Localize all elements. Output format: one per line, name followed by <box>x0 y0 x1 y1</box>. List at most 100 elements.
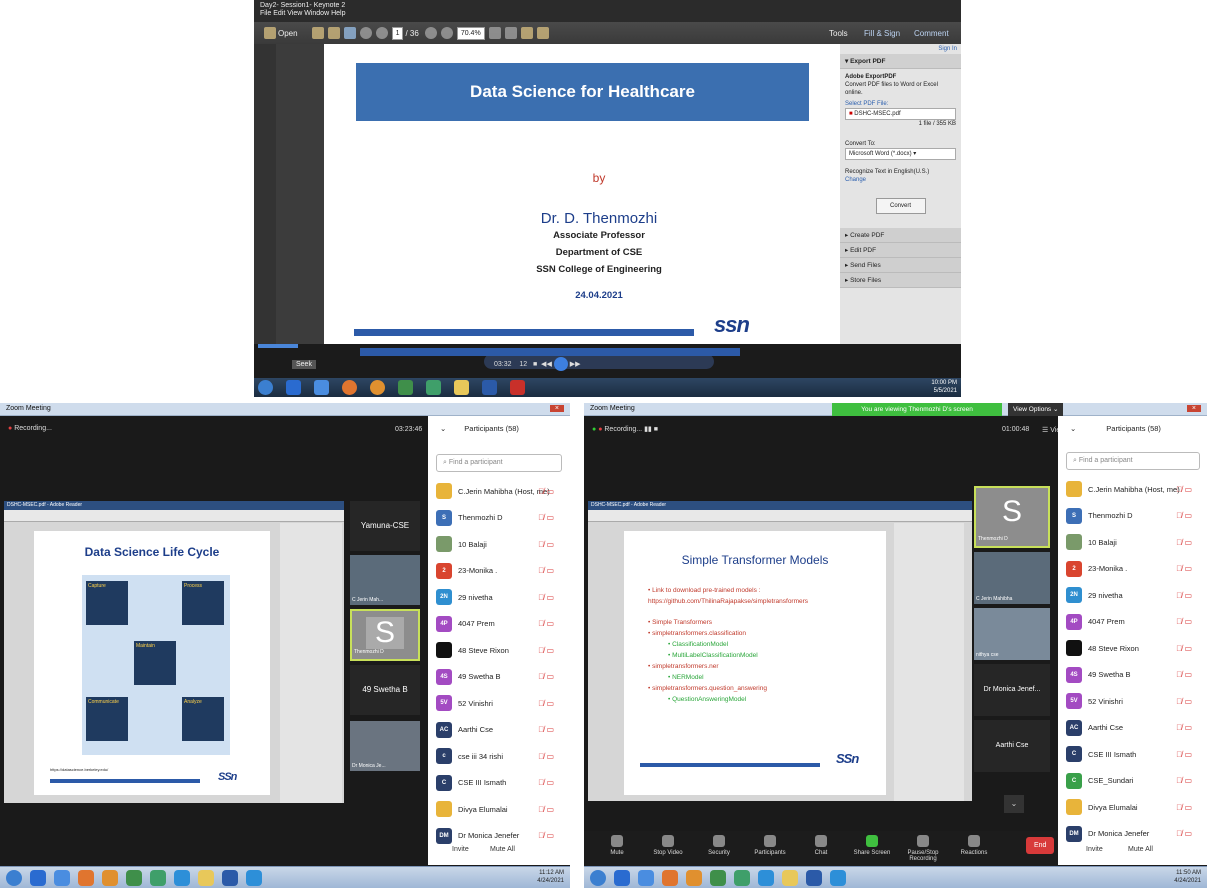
change-link[interactable]: Change <box>845 176 956 184</box>
participant-row[interactable]: DM Dr Monica Jenefer 🎙̸ ▭ <box>1066 823 1200 845</box>
mic-muted-icon[interactable]: 🎙̸ ▭ <box>1176 670 1192 679</box>
mic-muted-icon[interactable]: 🎙̸ ▭ <box>1176 697 1192 706</box>
participant-row[interactable]: 2 23-Monika . 🎙̸ ▭ <box>1066 558 1200 580</box>
video-thumb-thenmozhi[interactable]: S Thenmozhi D <box>974 486 1050 548</box>
explorer-icon[interactable] <box>638 870 654 886</box>
send-files-section[interactable]: ▸ Send Files <box>840 258 961 273</box>
mic-muted-icon[interactable]: 🎙̸ ▭ <box>538 805 554 814</box>
mic-muted-icon[interactable]: 🎙̸ ▭ <box>538 646 554 655</box>
participant-row[interactable]: 10 Balaji 🎙̸ ▭ <box>436 533 562 555</box>
chrome-icon[interactable] <box>78 870 94 886</box>
format-select[interactable]: Microsoft Word (*.docx) ▾ <box>845 148 956 160</box>
participant-search-input[interactable]: ⌕ Find a participant <box>436 454 562 472</box>
video-thumb-jerin[interactable]: C Jerin Mahibha <box>974 552 1050 604</box>
app-icon[interactable] <box>126 870 142 886</box>
firefox-icon[interactable] <box>370 380 385 395</box>
toolbar-share-screen[interactable]: Share Screen <box>847 835 897 856</box>
mic-muted-icon[interactable]: 🎙̸ ▭ <box>1176 829 1192 838</box>
open-button[interactable]: Open <box>278 29 298 38</box>
chevron-down-icon[interactable]: ⌄ <box>1004 795 1024 813</box>
zoom-in-icon[interactable] <box>440 27 453 39</box>
participant-row[interactable]: 48 Steve Rixon 🎙̸ ▭ <box>1066 637 1200 659</box>
ie-icon[interactable] <box>30 870 46 886</box>
participant-row[interactable]: 4P 4047 Prem 🎙̸ ▭ <box>436 613 562 635</box>
app-icon[interactable] <box>710 870 726 886</box>
video-thumb-nithya[interactable]: nithya cse <box>974 608 1050 660</box>
participant-row[interactable]: 4S 49 Swetha B 🎙̸ ▭ <box>1066 664 1200 686</box>
zoom-out-icon[interactable] <box>424 27 437 39</box>
toolbar-reactions[interactable]: Reactions <box>949 835 999 856</box>
mic-muted-icon[interactable]: 🎙̸ ▭ <box>538 725 554 734</box>
excel-icon[interactable] <box>426 380 441 395</box>
create-pdf-section[interactable]: ▸ Create PDF <box>840 228 961 243</box>
participant-row[interactable]: 2N 29 nivetha 🎙̸ ▭ <box>436 586 562 608</box>
mic-muted-icon[interactable]: 🎙̸ ▭ <box>1176 617 1192 626</box>
ie-icon[interactable] <box>286 380 301 395</box>
participant-row[interactable]: 4P 4047 Prem 🎙̸ ▭ <box>1066 611 1200 633</box>
fill-sign-tab[interactable]: Fill & Sign <box>864 29 900 38</box>
participant-row[interactable]: 4S 49 Swetha B 🎙̸ ▭ <box>436 666 562 688</box>
mic-muted-icon[interactable]: 🎙̸ ▭ <box>538 619 554 628</box>
participant-row[interactable]: DM Dr Monica Jenefer 🎙̸ ▭ <box>436 825 562 847</box>
mic-muted-icon[interactable]: 🎙̸ ▭ <box>1176 776 1192 785</box>
mic-muted-icon[interactable]: 🎙̸ ▭ <box>1176 644 1192 653</box>
fit-width-icon[interactable] <box>504 27 517 39</box>
firefox-icon[interactable] <box>102 870 118 886</box>
export-pdf-header[interactable]: ▾ Export PDF <box>840 54 961 69</box>
start-icon[interactable] <box>590 870 606 886</box>
participant-row[interactable]: AC Aarthi Cse 🎙̸ ▭ <box>436 719 562 741</box>
participant-row[interactable]: Divya Elumalai 🎙̸ ▭ <box>1066 796 1200 818</box>
convert-button[interactable]: Convert <box>875 198 926 214</box>
fit-page-icon[interactable] <box>488 27 501 39</box>
participant-row[interactable]: 2N 29 nivetha 🎙̸ ▭ <box>1066 584 1200 606</box>
sign-in-link[interactable]: Sign In <box>840 44 961 54</box>
firefox-icon[interactable] <box>686 870 702 886</box>
mic-muted-icon[interactable]: 🎙̸ ▭ <box>538 778 554 787</box>
participant-row[interactable]: S Thenmozhi D 🎙̸ ▭ <box>436 507 562 529</box>
mic-muted-icon[interactable]: 🎙̸ ▭ <box>538 699 554 708</box>
mic-muted-icon[interactable]: 🎙̸ ▭ <box>538 672 554 681</box>
zoom-select[interactable]: 70.4% <box>456 26 485 40</box>
video-thumb-yamuna[interactable]: Yamuna-CSE <box>350 501 420 551</box>
word-icon[interactable] <box>222 870 238 886</box>
participant-row[interactable]: C CSE III Ismath 🎙̸ ▭ <box>1066 743 1200 765</box>
mic-muted-icon[interactable]: 🎙̸ ▭ <box>538 752 554 761</box>
explorer-icon[interactable] <box>314 380 329 395</box>
word-icon[interactable] <box>482 380 497 395</box>
video-thumb-jerin[interactable]: C Jerin Mah... <box>350 555 420 605</box>
mic-muted-icon[interactable]: 🎙̸ ▭ <box>538 513 554 522</box>
seek-progress[interactable] <box>258 344 298 348</box>
print-icon[interactable] <box>327 27 340 39</box>
mic-muted-icon[interactable]: 🎙̸ ▭ <box>1176 485 1192 494</box>
acrobat-icon[interactable] <box>510 380 525 395</box>
mute-all-button[interactable]: Mute All <box>490 846 515 853</box>
video-thumb-monica[interactable]: Dr Monica Je... <box>350 721 420 771</box>
video-thumb-swetha[interactable]: 49 Swetha B <box>350 665 420 715</box>
participant-row[interactable]: c cse iii 34 rishi 🎙̸ ▭ <box>436 745 562 767</box>
video-thumb-thenmozhi[interactable]: S Thenmozhi D <box>350 609 420 661</box>
toolbar-mute[interactable]: Mute <box>592 835 642 856</box>
participant-row[interactable]: C.Jerin Mahibha (Host, me) 🎙̸ ▭ <box>436 480 562 502</box>
mic-muted-icon[interactable]: 🎙̸ ▭ <box>1176 591 1192 600</box>
menu-bar[interactable]: File Edit View Window Help <box>260 10 955 18</box>
participant-row[interactable]: S Thenmozhi D 🎙̸ ▭ <box>1066 505 1200 527</box>
email-icon[interactable] <box>343 27 356 39</box>
mic-muted-icon[interactable]: 🎙̸ ▭ <box>538 593 554 602</box>
participant-row[interactable]: 48 Steve Rixon 🎙̸ ▭ <box>436 639 562 661</box>
chrome-icon[interactable] <box>662 870 678 886</box>
end-button[interactable]: End <box>1026 837 1055 854</box>
participant-row[interactable]: 5V 52 Vinishri 🎙̸ ▭ <box>436 692 562 714</box>
prev-page-icon[interactable] <box>359 27 372 39</box>
folder-icon[interactable] <box>454 380 469 395</box>
video-thumb-monica[interactable]: Dr Monica Jenef... <box>974 664 1050 716</box>
participant-row[interactable]: Divya Elumalai 🎙̸ ▭ <box>436 798 562 820</box>
comment-icon[interactable] <box>520 27 533 39</box>
explorer-icon[interactable] <box>54 870 70 886</box>
toolbar-pause-stop-recording[interactable]: Pause/Stop Recording <box>898 835 948 862</box>
mic-muted-icon[interactable]: 🎙̸ ▭ <box>1176 564 1192 573</box>
folder-icon[interactable] <box>782 870 798 886</box>
close-icon[interactable]: × <box>549 405 564 412</box>
participant-row[interactable]: C CSE_Sundari 🎙̸ ▭ <box>1066 770 1200 792</box>
mic-muted-icon[interactable]: 🎙̸ ▭ <box>1176 803 1192 812</box>
participant-row[interactable]: C.Jerin Mahibha (Host, me) 🎙̸ ▭ <box>1066 478 1200 500</box>
